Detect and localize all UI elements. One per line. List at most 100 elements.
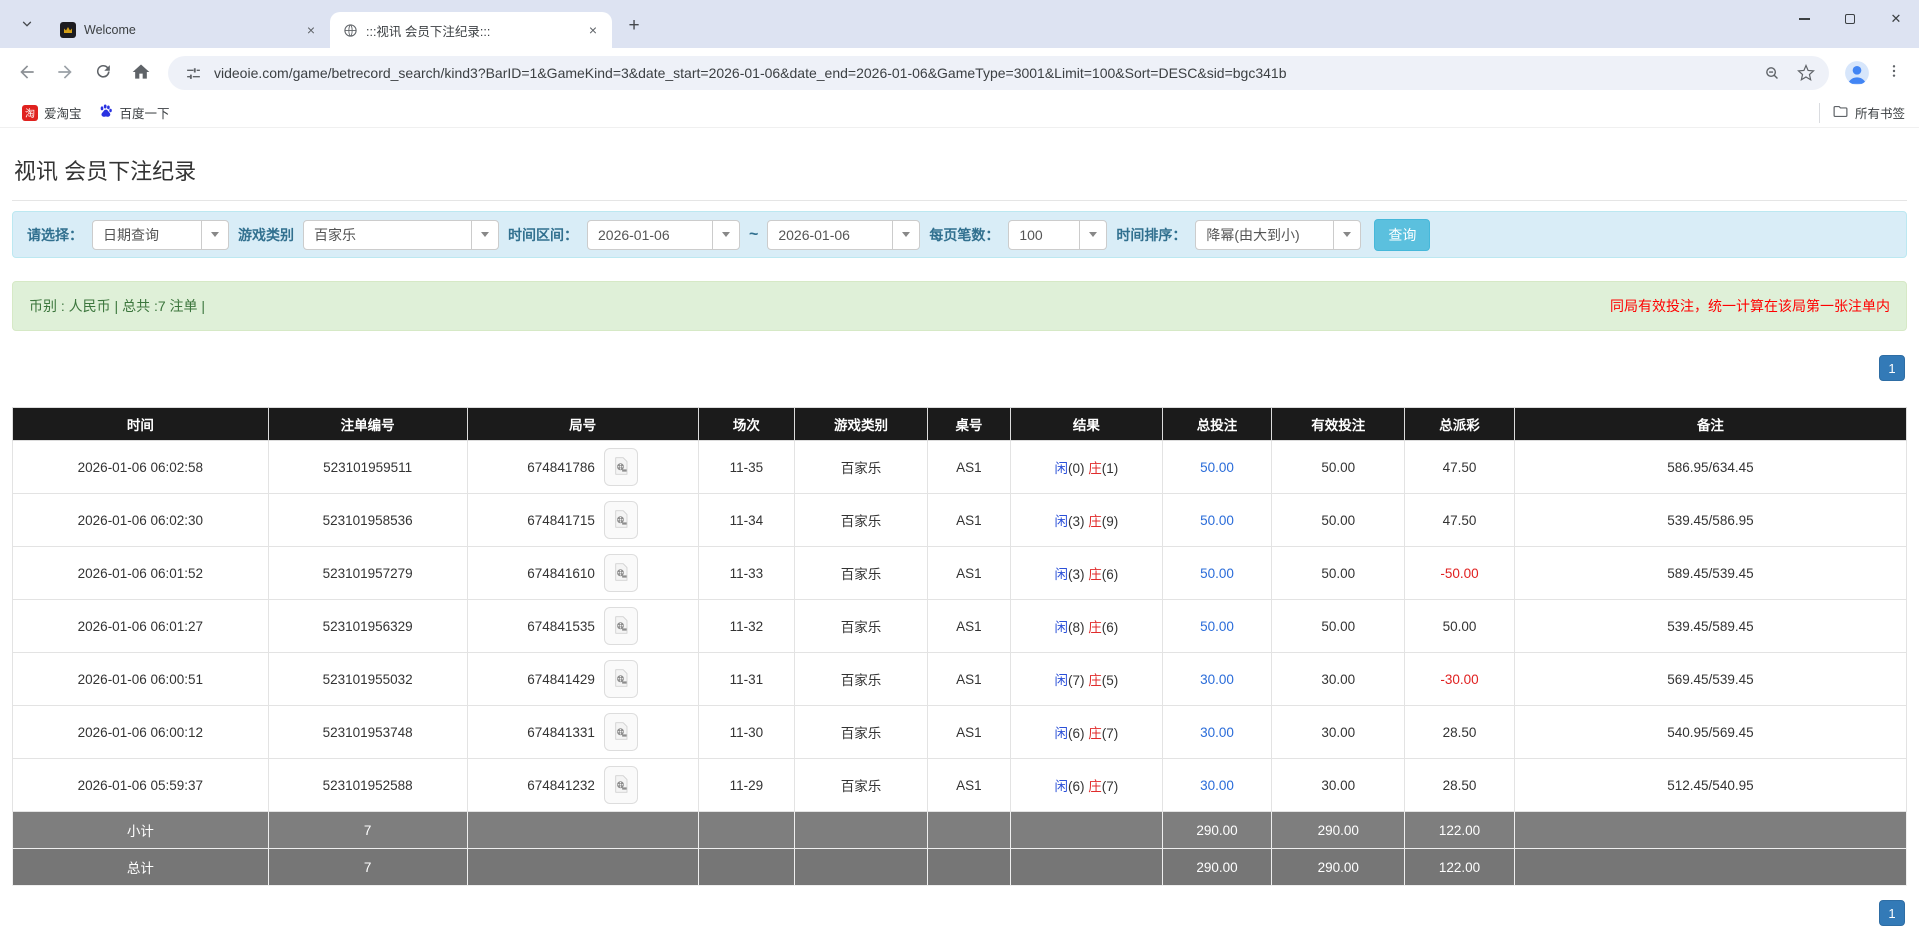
home-button[interactable] [124, 56, 158, 90]
cell-total-bet: 50.00 [1162, 494, 1272, 547]
reload-button[interactable] [86, 56, 120, 90]
select-mode-label: 请选择： [27, 225, 83, 245]
site-settings-tune-icon[interactable] [180, 60, 206, 86]
chevron-down-icon [20, 17, 34, 34]
video-replay-button[interactable] [604, 660, 638, 698]
subtotal-row: 小计7290.00290.00122.00 [13, 812, 1907, 849]
date-end-value: 2026-01-06 [768, 227, 892, 243]
cell-total-bet: 30.00 [1162, 759, 1272, 812]
cell-result: 闲(3) 庄(9) [1011, 494, 1163, 547]
total-bet-link[interactable]: 30.00 [1200, 778, 1234, 793]
back-button[interactable] [10, 56, 44, 90]
dropdown-arrow-icon [892, 221, 919, 249]
search-button[interactable]: 查询 [1374, 219, 1430, 251]
page-1-button[interactable]: 1 [1879, 900, 1905, 926]
video-replay-button[interactable] [604, 501, 638, 539]
video-replay-button[interactable] [604, 448, 638, 486]
forward-button[interactable] [48, 56, 82, 90]
result-banker-label: 庄 [1088, 567, 1102, 582]
video-replay-button[interactable] [604, 607, 638, 645]
result-player-score: (3) [1068, 514, 1088, 529]
browser-toolbar: videoie.com/game/betrecord_search/kind3?… [0, 48, 1919, 98]
game-kind-select[interactable]: 百家乐 [303, 220, 499, 250]
result-player-label: 闲 [1054, 567, 1068, 582]
filter-bar: 请选择： 日期查询 游戏类别 百家乐 时间区间： 2026-01-06 ~ 20… [12, 211, 1907, 258]
film-reel-icon [612, 615, 630, 638]
cell-remark [1514, 849, 1906, 886]
zoom-out-icon[interactable] [1759, 60, 1785, 86]
total-bet-link[interactable]: 30.00 [1200, 672, 1234, 687]
profile-avatar[interactable] [1841, 57, 1873, 89]
cell-round-id: 674841232 [467, 759, 698, 812]
url-text[interactable]: videoie.com/game/betrecord_search/kind3?… [214, 65, 1751, 81]
result-banker-score: (6) [1102, 567, 1119, 582]
cell-time: 2026-01-06 06:00:51 [13, 653, 269, 706]
cell-summary-count: 7 [268, 812, 467, 849]
tab-close-icon[interactable]: × [584, 21, 602, 39]
window-minimize-button[interactable] [1781, 0, 1827, 38]
result-player-label: 闲 [1054, 620, 1068, 635]
bookmark-aitaobao[interactable]: 淘 爱淘宝 [14, 100, 90, 125]
tab-welcome[interactable]: Welcome × [48, 12, 330, 48]
baidu-paw-icon [98, 103, 114, 122]
result-player-score: (6) [1068, 779, 1088, 794]
page-1-button[interactable]: 1 [1879, 355, 1905, 381]
bookmark-baidu[interactable]: 百度一下 [90, 100, 178, 125]
address-bar[interactable]: videoie.com/game/betrecord_search/kind3?… [168, 56, 1829, 90]
pagination-top: 1 [12, 355, 1905, 381]
cell-session: 11-31 [698, 653, 795, 706]
total-bet-link[interactable]: 50.00 [1200, 460, 1234, 475]
cell-round-id [467, 849, 698, 886]
result-banker-score: (7) [1102, 726, 1119, 741]
cell-bet-id: 523101958536 [268, 494, 467, 547]
video-replay-button[interactable] [604, 554, 638, 592]
total-bet-link[interactable]: 50.00 [1200, 513, 1234, 528]
home-icon [131, 62, 151, 85]
window-maximize-button[interactable] [1827, 0, 1873, 38]
film-reel-icon [612, 774, 630, 797]
result-player-score: (6) [1068, 726, 1088, 741]
cell-payout: 122.00 [1405, 812, 1515, 849]
sort-select[interactable]: 降幂(由大到小) [1195, 220, 1361, 250]
date-start-select[interactable]: 2026-01-06 [587, 220, 740, 250]
cell-session [698, 812, 795, 849]
result-banker-label: 庄 [1088, 514, 1102, 529]
round-id-text: 674841232 [527, 778, 595, 793]
bookmark-star-icon[interactable] [1793, 60, 1819, 86]
dropdown-arrow-icon [712, 221, 739, 249]
date-end-select[interactable]: 2026-01-06 [767, 220, 920, 250]
tab-betrecord[interactable]: :::视讯 会员下注纪录::: × [330, 12, 612, 48]
column-header-1: 注单编号 [268, 408, 467, 441]
warning-text: 同局有效投注，统一计算在该局第一张注单内 [1610, 296, 1890, 316]
tab-close-icon[interactable]: × [302, 21, 320, 39]
query-mode-select[interactable]: 日期查询 [92, 220, 229, 250]
cell-session: 11-29 [698, 759, 795, 812]
cell-table-no: AS1 [927, 494, 1010, 547]
date-range-label: 时间区间： [508, 225, 578, 245]
cell-bet-id: 523101955032 [268, 653, 467, 706]
cell-payout: 28.50 [1405, 759, 1515, 812]
taobao-icon: 淘 [22, 105, 38, 121]
browser-menu-button[interactable] [1879, 58, 1909, 88]
video-replay-button[interactable] [604, 713, 638, 751]
cell-game-type: 百家乐 [795, 653, 928, 706]
cell-valid-bet: 290.00 [1272, 849, 1405, 886]
cell-remark: 512.45/540.95 [1514, 759, 1906, 812]
all-bookmarks-button[interactable]: 所有书签 [1819, 103, 1905, 123]
video-replay-button[interactable] [604, 766, 638, 804]
table-row: 2026-01-06 06:02:58523101959511674841786… [13, 441, 1907, 494]
cell-remark: 569.45/539.45 [1514, 653, 1906, 706]
cell-total-bet: 50.00 [1162, 441, 1272, 494]
cell-remark [1514, 812, 1906, 849]
tab-search-button[interactable] [12, 10, 42, 40]
total-bet-link[interactable]: 50.00 [1200, 566, 1234, 581]
film-reel-icon [612, 456, 630, 479]
result-banker-label: 庄 [1088, 673, 1102, 688]
cell-payout: 50.00 [1405, 600, 1515, 653]
per-page-select[interactable]: 100 [1008, 220, 1107, 250]
window-close-button[interactable]: ✕ [1873, 0, 1919, 38]
new-tab-button[interactable]: + [620, 12, 648, 40]
total-bet-link[interactable]: 50.00 [1200, 619, 1234, 634]
total-bet-link[interactable]: 30.00 [1200, 725, 1234, 740]
dropdown-arrow-icon [201, 221, 228, 249]
